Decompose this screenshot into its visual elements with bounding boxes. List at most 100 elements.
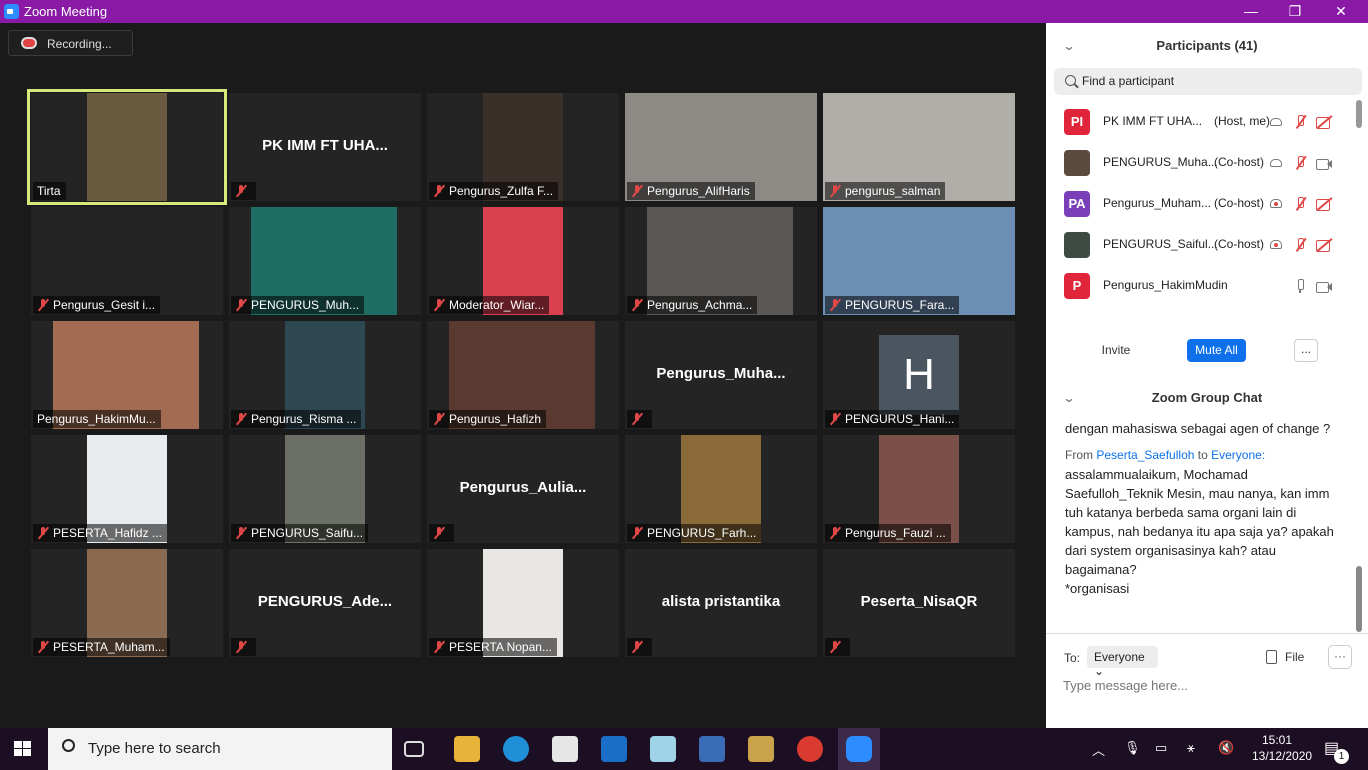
tile-name-label: Tirta <box>33 182 66 200</box>
tile-name-text: Pengurus_Fauzi ... <box>845 526 946 540</box>
video-tile[interactable]: Pengurus_Achma... <box>625 207 817 315</box>
recording-icon <box>1268 237 1284 253</box>
volume-muted-icon[interactable]: 🔇 <box>1218 740 1234 756</box>
participant-status-icons <box>1268 114 1338 130</box>
app-icon[interactable] <box>650 736 676 762</box>
chat-more-button[interactable]: ··· <box>1328 645 1352 669</box>
video-tile[interactable]: PESERTA_Muham... <box>31 549 223 657</box>
close-button[interactable]: ✕ <box>1318 0 1364 23</box>
file-button[interactable]: File <box>1266 650 1304 664</box>
mute-all-button[interactable]: Mute All <box>1187 339 1246 362</box>
recording-label: Recording... <box>47 37 112 51</box>
chat-scrollbar[interactable] <box>1356 566 1362 632</box>
video-tile[interactable]: Pengurus_Zulfa F... <box>427 93 619 201</box>
video-tile[interactable]: Pengurus_Risma ... <box>229 321 421 429</box>
tile-name-text: PENGURUS_Saifu... <box>251 526 364 540</box>
tile-name-label: Pengurus_Hafizh <box>429 410 547 428</box>
chat-message-input[interactable] <box>1063 678 1343 693</box>
task-view-icon[interactable] <box>404 741 424 757</box>
participant-row[interactable]: PI PK IMM FT UHA... (Host, me) <box>1046 101 1356 142</box>
search-icon <box>62 739 75 752</box>
chat-compose: To: Everyone ⌄ File ··· <box>1046 633 1368 728</box>
tile-name-label: PESERTA_Muham... <box>33 638 170 656</box>
recording-indicator[interactable]: Recording... <box>8 30 133 56</box>
video-tile[interactable]: Moderator_Wiar... <box>427 207 619 315</box>
muted-mic-icon <box>235 299 247 311</box>
invite-button[interactable]: Invite <box>1092 339 1140 362</box>
video-tile[interactable]: pengurus_salman <box>823 93 1015 201</box>
video-tile[interactable]: PK IMM FT UHA... <box>229 93 421 201</box>
video-tile[interactable]: Tirta <box>27 89 227 205</box>
video-tile[interactable]: Pengurus_HakimMu... <box>31 321 223 429</box>
participant-row[interactable]: PENGURUS_Muha... (Co-host) <box>1046 142 1356 183</box>
tile-name-text: PENGURUS_Fara... <box>845 298 955 312</box>
tile-name-label: Pengurus_Zulfa F... <box>429 182 559 200</box>
app-icon[interactable] <box>699 736 725 762</box>
video-tile[interactable]: Pengurus_Fauzi ... <box>823 435 1015 543</box>
file-icon <box>1266 650 1277 664</box>
tile-name-label: pengurus_salman <box>825 182 946 200</box>
participant-initials: PA <box>1068 196 1086 211</box>
network-icon[interactable]: ⚹ <box>1187 740 1195 756</box>
battery-icon[interactable]: ▭ <box>1155 740 1167 756</box>
microphone-icon[interactable]: 🎙 <box>1124 740 1141 756</box>
zoom-taskbar-item[interactable] <box>838 728 880 770</box>
muted-mic-icon <box>631 299 643 311</box>
video-tile[interactable]: Pengurus_Muha... <box>625 321 817 429</box>
video-tile[interactable]: Peserta_NisaQR <box>823 549 1015 657</box>
video-tile[interactable]: Pengurus_Hafizh <box>427 321 619 429</box>
video-tile[interactable]: PESERTA_Hafidz ... <box>31 435 223 543</box>
participants-title: Participants (41) <box>1156 38 1258 53</box>
video-tile[interactable]: Pengurus_Aulia... <box>427 435 619 543</box>
video-tile[interactable]: PENGURUS_Fara... <box>823 207 1015 315</box>
windows-taskbar: Type here to search ︿ 🎙 ▭ ⚹ 🔇 15:01 13/1… <box>0 728 1368 770</box>
tile-name-label: Pengurus_AlifHaris <box>627 182 755 200</box>
video-tile[interactable]: PENGURUS_Farh... <box>625 435 817 543</box>
participant-display-name: Peserta_NisaQR <box>860 593 978 610</box>
minimize-button[interactable]: — <box>1228 0 1274 23</box>
store-icon[interactable] <box>552 736 578 762</box>
mail-icon[interactable] <box>601 736 627 762</box>
window-title: Zoom Meeting <box>24 4 108 19</box>
taskbar-search-box[interactable]: Type here to search <box>48 728 392 770</box>
video-tile[interactable]: PENGURUS_Muh... <box>229 207 421 315</box>
video-tile[interactable]: PENGURUS_Ade... <box>229 549 421 657</box>
video-tile[interactable]: Pengurus_AlifHaris <box>625 93 817 201</box>
participant-display-name: PK IMM FT UHA... <box>262 137 388 154</box>
video-tile[interactable]: PENGURUS_Saifu... <box>229 435 421 543</box>
muted-mic-icon <box>1292 237 1308 253</box>
participant-row[interactable]: PA Pengurus_Muham... (Co-host) <box>1046 183 1356 224</box>
video-tile[interactable]: Pengurus_Gesit i... <box>31 207 223 315</box>
participant-row[interactable]: P Pengurus_HakimMudin <box>1046 265 1356 306</box>
participant-initials: PI <box>1070 114 1084 129</box>
video-off-icon <box>1316 114 1332 130</box>
notification-count: 1 <box>1334 749 1349 764</box>
clock[interactable]: 15:01 13/12/2020 <box>1252 732 1313 764</box>
video-tile[interactable]: PESERTA Nopan... <box>427 549 619 657</box>
file-explorer-icon[interactable] <box>454 736 480 762</box>
participant-avatar <box>1064 232 1090 258</box>
chevron-up-icon[interactable]: ︿ <box>1092 740 1105 759</box>
video-tile[interactable]: alista pristantika <box>625 549 817 657</box>
chat-sender[interactable]: Peserta_Saefulloh <box>1096 448 1194 462</box>
video-tile[interactable]: H PENGURUS_Hani... <box>823 321 1015 429</box>
more-options-button[interactable]: ... <box>1294 339 1318 362</box>
chrome-icon[interactable] <box>797 736 823 762</box>
participant-name: PENGURUS_Muha... <box>1103 155 1218 169</box>
participant-search-input[interactable]: Find a participant <box>1054 68 1362 95</box>
date: 13/12/2020 <box>1252 749 1313 763</box>
tile-name-text: PENGURUS_Hani... <box>845 412 955 426</box>
recipient-dropdown[interactable]: Everyone ⌄ <box>1087 646 1158 678</box>
participant-avatar <box>1064 150 1090 176</box>
windows-start-button[interactable] <box>14 741 32 757</box>
tile-name-label <box>231 182 256 200</box>
chevron-down-icon: ⌄ <box>1094 664 1105 678</box>
restore-button[interactable]: ❐ <box>1272 0 1318 23</box>
edge-browser-icon[interactable] <box>503 736 529 762</box>
tile-name-label: PENGURUS_Fara... <box>825 296 960 314</box>
participant-scrollbar[interactable] <box>1356 100 1362 128</box>
participant-row[interactable]: PENGURUS_Saiful... (Co-host) <box>1046 224 1356 265</box>
paint-icon[interactable] <box>748 736 774 762</box>
chat-recipient[interactable]: Everyone: <box>1211 448 1265 462</box>
tile-name-text: Pengurus_AlifHaris <box>647 184 750 198</box>
